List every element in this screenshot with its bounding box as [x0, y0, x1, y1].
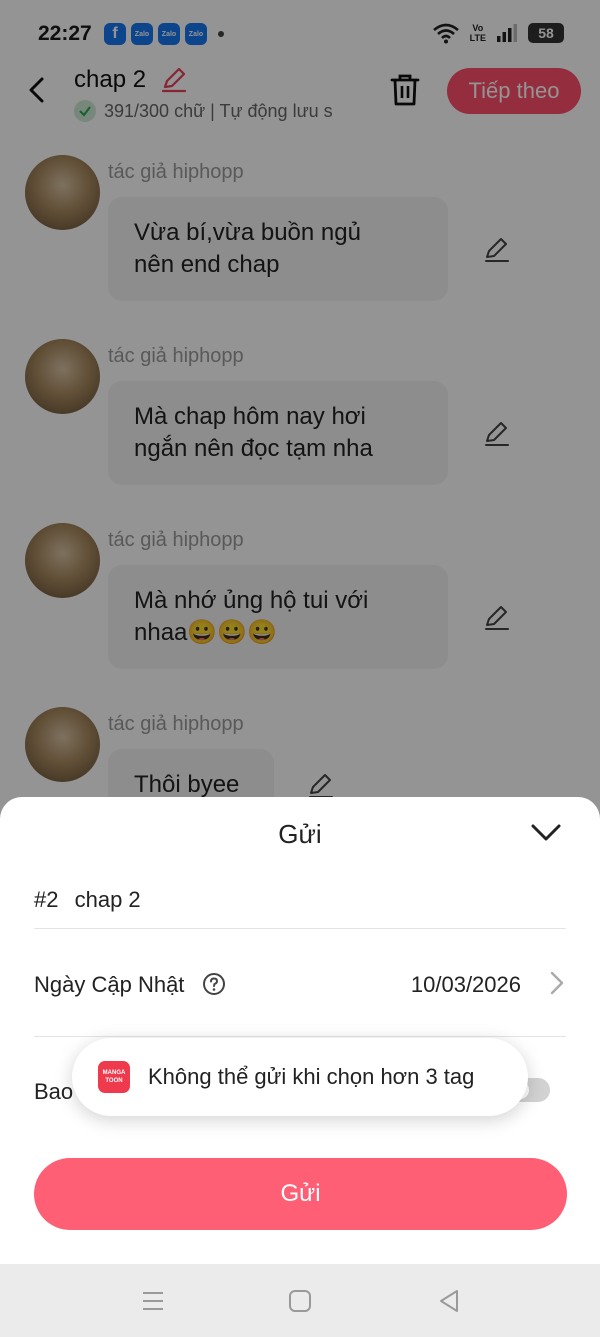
home-icon[interactable]	[287, 1288, 313, 1314]
sheet-title: Gửi	[278, 819, 322, 849]
menu-icon[interactable]	[140, 1288, 166, 1314]
divider	[34, 1036, 566, 1037]
chevron-down-icon[interactable]	[528, 817, 564, 847]
mangatoon-logo: MANGA TOON	[98, 1061, 130, 1093]
update-date-value: 10/03/2026	[410, 972, 521, 997]
chevron-right-icon	[550, 971, 564, 995]
chapter-name: chap 2	[74, 887, 141, 912]
chapter-info: #2 chap 2	[34, 887, 141, 913]
toast-text: Không thể gửi khi chọn hơn 3 tag	[148, 1064, 475, 1089]
publish-sheet: Gửi #2 chap 2 Ngày Cập Nhật 10/03/2026 B…	[0, 797, 600, 1264]
help-icon[interactable]	[202, 972, 226, 996]
option-label: Bao	[34, 1079, 74, 1104]
divider	[34, 928, 566, 929]
toast-message: MANGA TOON Không thể gửi khi chọn hơn 3 …	[72, 1038, 528, 1116]
chapter-number: #2	[34, 887, 59, 912]
system-nav-bar	[0, 1264, 600, 1337]
update-date-label: Ngày Cập Nhật	[34, 972, 185, 997]
send-button[interactable]: Gửi	[34, 1158, 567, 1230]
back-triangle-icon[interactable]	[436, 1288, 462, 1314]
